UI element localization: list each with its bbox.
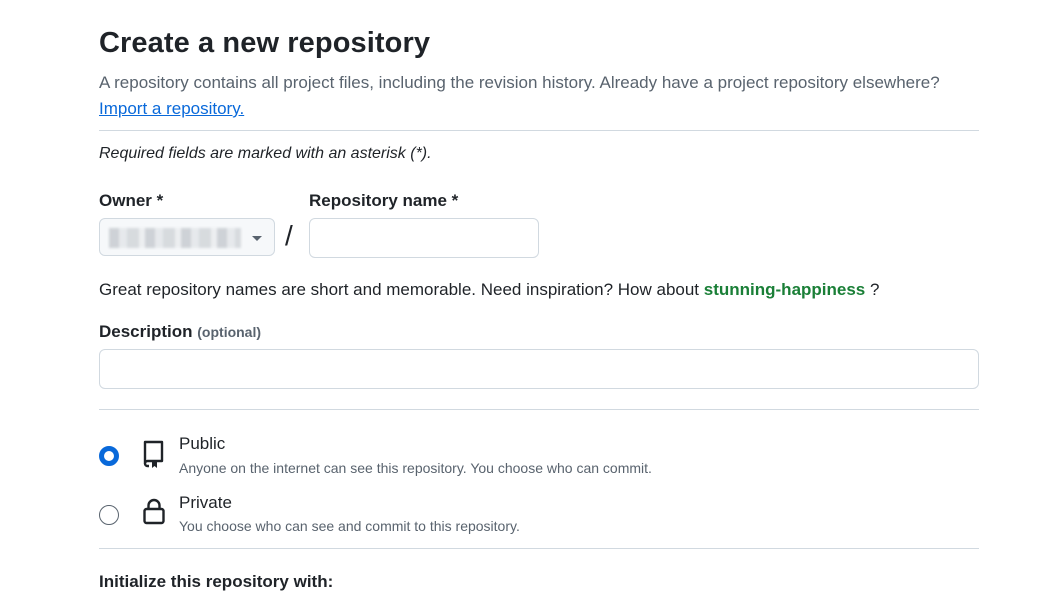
visibility-public-title[interactable]: Public — [179, 434, 225, 454]
page-title: Create a new repository — [99, 27, 431, 59]
intro-description: A repository contains all project files,… — [99, 73, 940, 92]
description-label: Description (optional) — [99, 322, 261, 342]
repository-name-input[interactable] — [309, 218, 539, 258]
visibility-private-radio[interactable] — [99, 505, 119, 525]
visibility-public-radio[interactable] — [99, 446, 119, 466]
description-input[interactable] — [99, 349, 979, 389]
initialize-repo-heading: Initialize this repository with: — [99, 572, 334, 591]
intro-text: A repository contains all project files,… — [99, 70, 979, 122]
required-fields-note: Required fields are marked with an aster… — [99, 145, 432, 162]
description-label-text: Description — [99, 322, 193, 341]
owner-name-separator: / — [285, 220, 293, 251]
import-repository-link[interactable]: Import a repository. — [99, 99, 244, 118]
repository-name-label: Repository name * — [309, 191, 459, 210]
visibility-public-description: Anyone on the internet can see this repo… — [179, 460, 652, 476]
repo-icon — [143, 440, 164, 468]
divider — [99, 130, 979, 131]
visibility-private-description: You choose who can see and commit to thi… — [179, 518, 520, 534]
owner-select[interactable] — [99, 218, 275, 256]
lock-icon — [143, 498, 165, 525]
divider — [99, 548, 979, 549]
divider — [99, 409, 979, 410]
chevron-down-icon — [252, 236, 262, 241]
name-inspiration-text: Great repository names are short and mem… — [99, 280, 879, 300]
suggested-repo-name[interactable]: stunning-happiness — [704, 280, 866, 299]
visibility-private-title[interactable]: Private — [179, 493, 232, 513]
inspiration-prefix: Great repository names are short and mem… — [99, 280, 700, 299]
owner-avatar-name-redacted — [109, 228, 241, 248]
optional-badge: (optional) — [197, 324, 262, 340]
inspiration-suffix: ? — [870, 280, 880, 299]
owner-label: Owner * — [99, 191, 164, 210]
